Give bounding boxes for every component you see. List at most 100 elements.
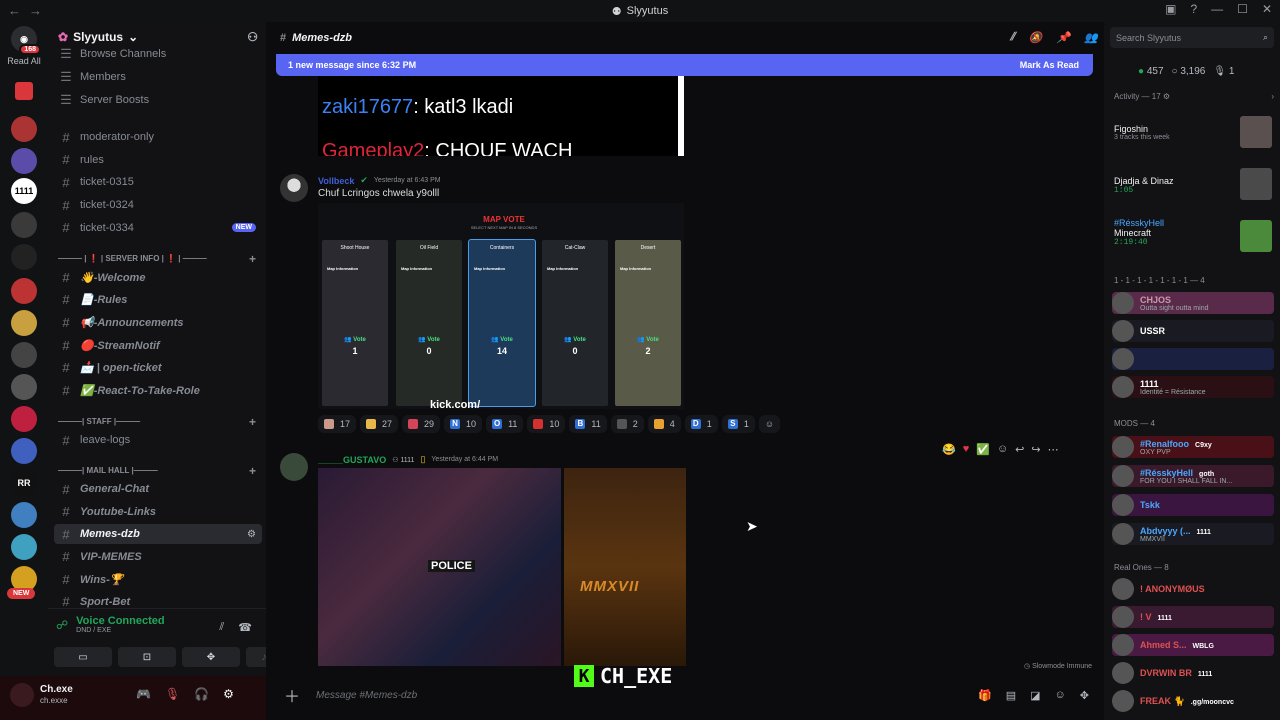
sticker-icon[interactable]: ◪ <box>1030 689 1040 702</box>
server-icon-6[interactable] <box>11 278 37 304</box>
gif-icon[interactable]: ▤ <box>1006 689 1016 702</box>
member-row[interactable]: 1111 Identité = Résistance <box>1112 376 1274 398</box>
add-channel-icon[interactable]: + <box>249 415 256 429</box>
disconnect-icon[interactable]: ☎ <box>238 621 252 634</box>
minimize-button[interactable]: — <box>1211 2 1223 16</box>
reaction-button[interactable]: 10 <box>527 415 566 433</box>
channel-item[interactable]: # 📩 | open-ticket <box>54 358 262 378</box>
author-name[interactable]: Vollbeck <box>318 176 354 186</box>
reaction-button[interactable]: N 10 <box>444 415 483 433</box>
server-icon-8[interactable] <box>11 342 37 368</box>
notifications-icon[interactable]: 🔕 <box>1029 31 1043 44</box>
reaction-button[interactable]: S1 <box>721 415 755 433</box>
threads-icon[interactable]: ⫽ <box>1010 31 1015 44</box>
server-icon-9[interactable] <box>11 374 37 400</box>
add-channel-icon[interactable]: + <box>249 252 256 266</box>
member-row[interactable]: FREAK 🐈 .gg/mooncvc <box>1112 690 1274 712</box>
channel-item[interactable]: # General-Chat <box>54 479 262 499</box>
mark-as-read-button[interactable]: Mark As Read <box>1020 60 1079 70</box>
map-card[interactable]: Oil Field Map Information 👥 Vote 0 <box>396 240 462 406</box>
laugh-reaction-icon[interactable]: 😂 <box>942 443 956 456</box>
server-icon-10[interactable] <box>11 406 37 432</box>
search-input[interactable]: Search Slyyutus ⌕ <box>1110 27 1274 48</box>
history-nav[interactable]: ←→ <box>8 3 50 18</box>
avatar[interactable] <box>280 174 308 202</box>
reaction-button[interactable]: 4 <box>647 415 681 433</box>
game-icon[interactable]: 🎮 <box>136 687 151 701</box>
member-row[interactable]: USSR <box>1112 320 1274 342</box>
channel-item[interactable]: # Wins-🏆 <box>54 569 262 589</box>
channel-item[interactable]: # leave-logs <box>54 430 262 450</box>
server-icon-2[interactable] <box>11 116 37 142</box>
member-row[interactable]: #RésskyHell goth FOR YOU I SHALL FALL IN..… <box>1112 465 1274 487</box>
read-all-button[interactable]: Read All <box>0 56 48 66</box>
chevron-right-icon[interactable]: › <box>1271 92 1274 101</box>
embed-image[interactable]: zaki17677: katl3 lkadi Gameplay2: CHOUF … <box>318 76 684 156</box>
channel-item[interactable]: # ticket-0324 <box>54 195 262 215</box>
check-reaction-icon[interactable]: ✅ <box>976 443 990 456</box>
deafen-icon[interactable]: 🎧 <box>194 687 209 701</box>
channel-item[interactable]: # 🔴-StreamNotif <box>54 335 262 355</box>
member-row[interactable]: #Renalfooo C9xy OXY PVP <box>1112 436 1274 458</box>
member-list-icon[interactable]: 👥 <box>1084 31 1098 44</box>
channel-item[interactable]: # 📄-Rules <box>54 290 262 310</box>
reaction-button[interactable]: 17 <box>318 415 357 433</box>
reaction-button[interactable]: B 11 <box>569 415 607 433</box>
maximize-button[interactable]: ☐ <box>1237 2 1248 16</box>
channel-item[interactable]: # VIP-MEMES <box>54 547 262 567</box>
category-header[interactable]: ———| STAFF |——— + <box>58 415 258 429</box>
sidebar-item[interactable]: ☰ Members <box>54 67 262 87</box>
map-vote-image[interactable]: MAP VOTE SELECT NEXT MAP IN 8 SECONDS Sh… <box>318 203 684 409</box>
heart-reaction-icon[interactable]: ♥ <box>963 443 970 456</box>
reaction-button[interactable]: 29 <box>402 415 441 433</box>
server-icon-5[interactable] <box>11 244 37 270</box>
avatar[interactable] <box>280 453 308 481</box>
add-reaction-button[interactable]: ☺ <box>758 415 781 433</box>
voice-channel-name[interactable]: DND / EXE <box>76 627 164 634</box>
server-icon-14[interactable] <box>11 534 37 560</box>
gift-icon[interactable]: 🎁 <box>978 689 992 702</box>
member-row[interactable]: Abdvyyy (... 1111 MMXVII <box>1112 523 1274 545</box>
member-row[interactable]: CHJOS Outta sight outta mind <box>1112 292 1274 314</box>
activity-card[interactable]: #RésskyHell Minecraft 2:19:40 <box>1114 218 1272 264</box>
channel-item[interactable]: # rules <box>54 150 262 170</box>
member-row[interactable]: Tskk <box>1112 494 1274 516</box>
camera-button[interactable]: ▭ <box>54 647 112 667</box>
emoji-icon[interactable]: ☺ <box>1055 689 1066 702</box>
noise-suppression-icon[interactable]: ⫽ <box>219 621 224 634</box>
server-icon-7[interactable] <box>11 310 37 336</box>
server-icon-4[interactable] <box>11 212 37 238</box>
more-icon[interactable]: ⋯ <box>1048 443 1059 456</box>
member-row[interactable]: Ahmed S... WBLG <box>1112 634 1274 656</box>
sidebar-item[interactable]: ☰ Server Boosts <box>54 90 262 110</box>
map-card[interactable]: Containers Map Information 👥 Vote 14 <box>468 239 536 407</box>
reaction-button[interactable]: 2 <box>610 415 644 433</box>
add-reaction-icon[interactable]: ☺ <box>997 443 1008 456</box>
sidebar-item[interactable]: ☰ Browse Channels <box>54 44 262 64</box>
reply-icon[interactable]: ↩ <box>1015 443 1024 456</box>
inbox-icon[interactable]: ▣ <box>1165 2 1176 16</box>
reaction-button[interactable]: D1 <box>684 415 718 433</box>
invite-icon[interactable]: ⚇ <box>247 30 258 44</box>
reaction-button[interactable]: O 11 <box>486 415 524 433</box>
new-message-bar[interactable]: 1 new message since 6:32 PM Mark As Read <box>276 54 1093 76</box>
channel-item[interactable]: # Memes-dzb ⚙ <box>54 524 262 544</box>
channel-item[interactable]: # ticket-0334 NEW <box>54 218 262 238</box>
activities-button[interactable]: ✥ <box>182 647 240 667</box>
poster-image[interactable]: MMXVII <box>564 468 686 666</box>
channel-item[interactable]: # 📢-Announcements <box>54 312 262 332</box>
home-button[interactable]: ◉ 168 <box>11 26 41 55</box>
screen-share-button[interactable]: ⊡ <box>118 647 176 667</box>
activity-card[interactable]: Djadja & Dinaz 1:05 <box>1114 166 1272 212</box>
pin-icon[interactable]: 📌 <box>1057 31 1071 44</box>
voice-status[interactable]: Voice Connected <box>76 615 164 627</box>
channel-item[interactable]: # moderator-only <box>54 127 262 147</box>
server-icon-slyyutus[interactable]: 1111 <box>11 178 37 204</box>
map-card[interactable]: Desert Map Information 👥 Vote 2 <box>615 240 681 406</box>
reaction-button[interactable]: 27 <box>360 415 399 433</box>
attach-button[interactable]: ＋ <box>284 683 300 707</box>
channel-item[interactable]: # 👋-Welcome <box>54 267 262 287</box>
police-image[interactable]: POLICE <box>318 468 561 666</box>
channel-settings-icon[interactable]: ⚙ <box>247 529 256 540</box>
channel-item[interactable]: # ✅-React-To-Take-Role <box>54 381 262 401</box>
